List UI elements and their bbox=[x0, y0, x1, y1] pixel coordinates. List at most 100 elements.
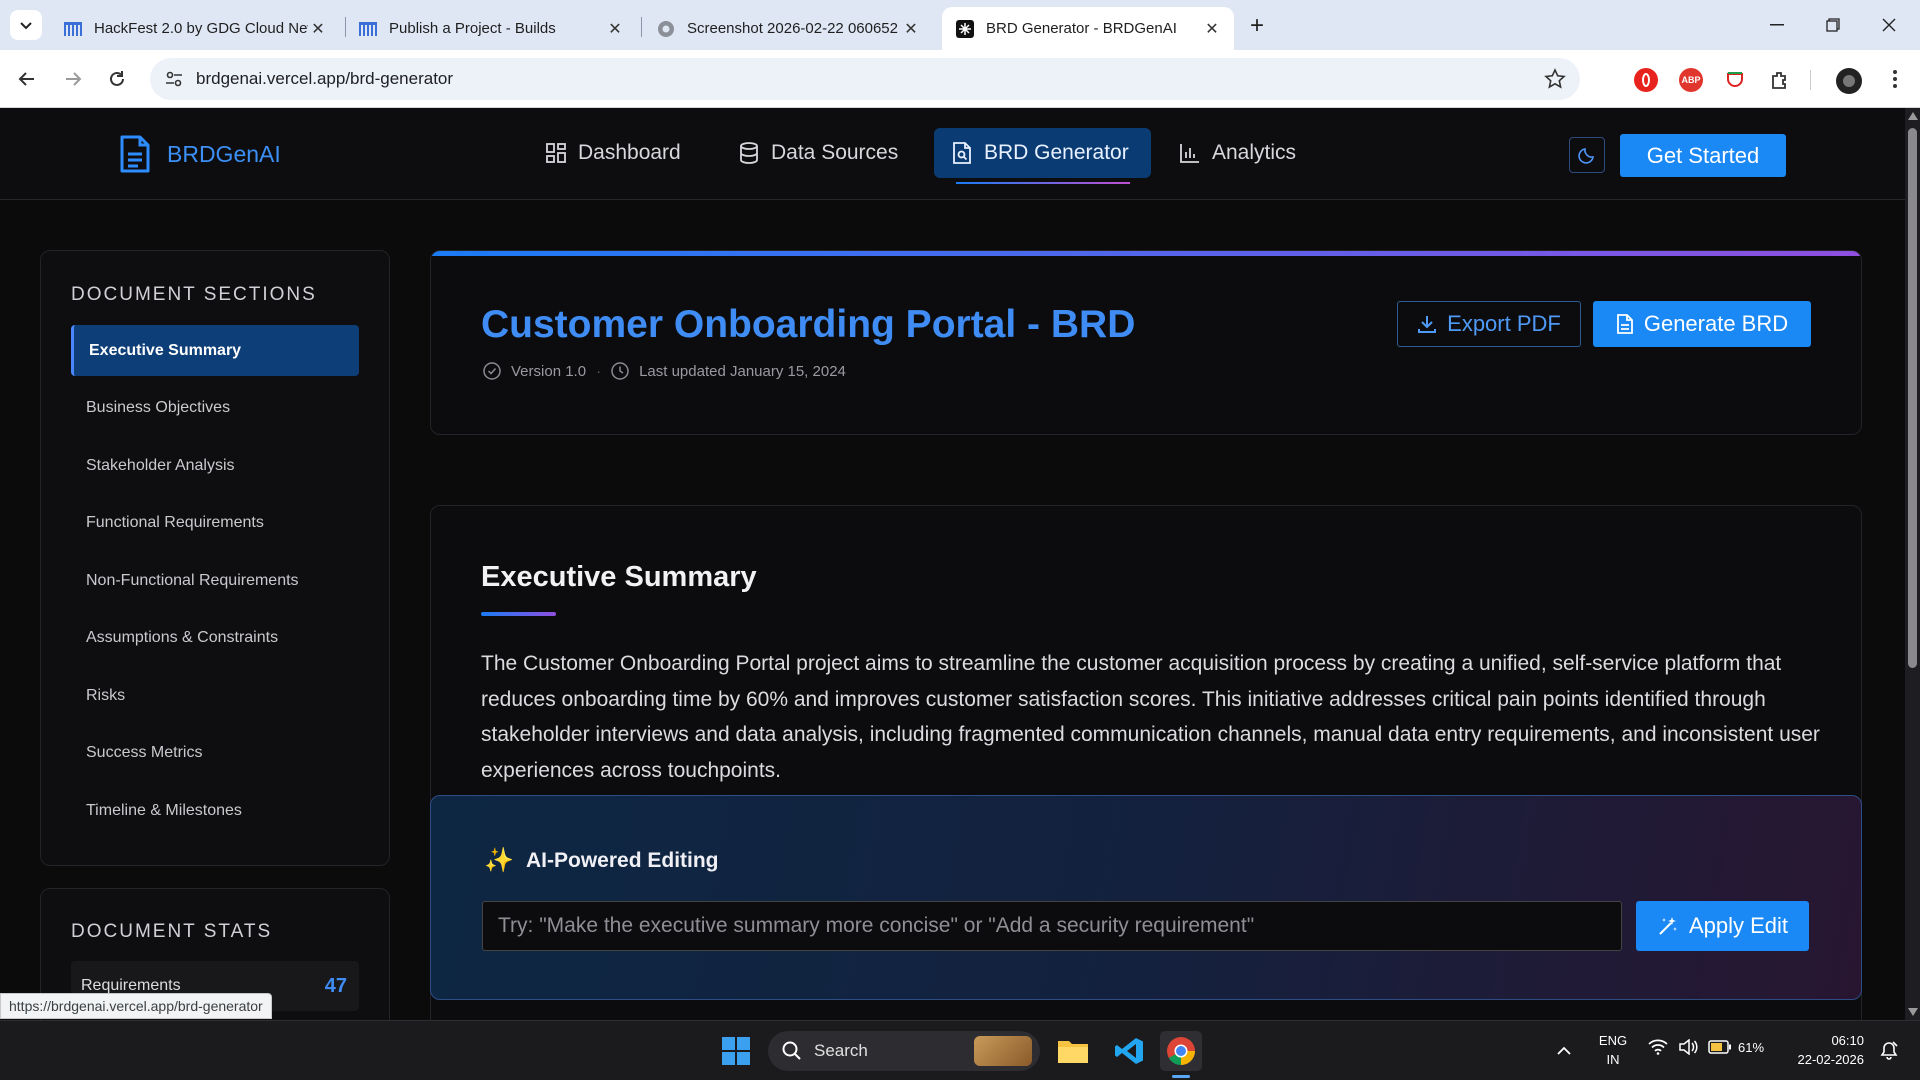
start-button[interactable] bbox=[715, 1031, 757, 1071]
close-icon[interactable]: ✕ bbox=[605, 19, 625, 39]
file-text-icon bbox=[1616, 314, 1633, 334]
sections-heading: DOCUMENT SECTIONS bbox=[71, 284, 317, 305]
scroll-up-arrow-icon[interactable] bbox=[1908, 112, 1918, 120]
sparkles-icon: ✨ bbox=[484, 847, 514, 874]
stats-heading: DOCUMENT STATS bbox=[71, 921, 273, 942]
nav-dashboard[interactable]: Dashboard bbox=[528, 128, 699, 178]
reload-button[interactable] bbox=[104, 66, 130, 92]
sidebar-item-executive-summary[interactable]: Executive Summary bbox=[71, 325, 359, 376]
system-tray[interactable]: 61% bbox=[1648, 1039, 1764, 1055]
document-sections-panel: DOCUMENT SECTIONS Executive Summary Busi… bbox=[40, 250, 390, 866]
globe-icon bbox=[657, 20, 675, 38]
scrollbar-thumb[interactable] bbox=[1908, 128, 1917, 668]
sidebar-item-stakeholder-analysis[interactable]: Stakeholder Analysis bbox=[71, 440, 359, 491]
restore-button[interactable] bbox=[1816, 10, 1850, 40]
close-icon bbox=[1882, 18, 1896, 32]
stat-value: 47 bbox=[324, 974, 347, 997]
tab-search-button[interactable] bbox=[10, 10, 42, 40]
site-info-icon[interactable] bbox=[164, 69, 184, 89]
url-text[interactable]: brdgenai.vercel.app/brd-generator bbox=[196, 69, 453, 89]
sidebar-item-non-functional-requirements[interactable]: Non-Functional Requirements bbox=[71, 555, 359, 606]
browser-tab-strip: HackFest 2.0 by GDG Cloud New Delhi ✕ Pu… bbox=[0, 0, 1920, 50]
nav-brd-generator[interactable]: BRD Generator bbox=[934, 128, 1151, 178]
browser-tab-screenshot[interactable]: Screenshot 2026-02-22 060652 ✕ bbox=[643, 7, 933, 50]
tab-title: Screenshot 2026-02-22 060652 bbox=[687, 20, 898, 37]
forward-button[interactable] bbox=[60, 66, 86, 92]
close-window-button[interactable] bbox=[1872, 10, 1906, 40]
nav-label: Dashboard bbox=[578, 141, 681, 164]
new-tab-button[interactable]: + bbox=[1242, 12, 1272, 40]
volume-icon bbox=[1679, 1039, 1698, 1055]
ai-edit-input[interactable] bbox=[482, 901, 1622, 951]
clock[interactable]: 06:10 22-02-2026 bbox=[1778, 1031, 1865, 1069]
get-started-button[interactable]: Get Started bbox=[1620, 134, 1786, 177]
browser-tab-builds[interactable]: Publish a Project - Builds ✕ bbox=[345, 7, 637, 50]
avatar[interactable] bbox=[1836, 68, 1862, 94]
database-icon bbox=[739, 142, 759, 164]
scroll-down-arrow-icon[interactable] bbox=[1908, 1008, 1918, 1016]
sidebar-item-success-metrics[interactable]: Success Metrics bbox=[71, 727, 359, 778]
back-button[interactable] bbox=[14, 66, 40, 92]
generate-brd-button[interactable]: Generate BRD bbox=[1593, 301, 1811, 347]
moon-icon bbox=[1578, 148, 1594, 164]
page-scrollbar[interactable] bbox=[1905, 108, 1920, 1020]
theme-toggle-button[interactable] bbox=[1569, 137, 1605, 173]
chrome-icon[interactable] bbox=[1160, 1031, 1202, 1071]
sidebar-item-assumptions-constraints[interactable]: Assumptions & Constraints bbox=[71, 612, 359, 663]
nav-analytics[interactable]: Analytics bbox=[1162, 128, 1314, 178]
sidebar-item-business-objectives[interactable]: Business Objectives bbox=[71, 382, 359, 433]
bar-chart-icon bbox=[1180, 143, 1200, 163]
windows-taskbar: Search ENG IN 61% 06:10 22-02-2026 bbox=[0, 1020, 1920, 1080]
browser-menu-button[interactable] bbox=[1882, 66, 1908, 92]
toolbar-separator bbox=[1810, 70, 1811, 90]
close-icon[interactable]: ✕ bbox=[901, 19, 921, 39]
file-explorer-icon[interactable] bbox=[1052, 1031, 1094, 1071]
sidebar-item-risks[interactable]: Risks bbox=[71, 670, 359, 721]
taskbar-search-label: Search bbox=[814, 1041, 868, 1060]
show-hidden-icons-button[interactable] bbox=[1554, 1041, 1574, 1061]
tab-title: HackFest 2.0 by GDG Cloud New Delhi bbox=[94, 20, 308, 37]
browser-tab-brdgenai[interactable]: BRD Generator - BRDGenAI ✕ bbox=[942, 7, 1234, 50]
sidebar-item-timeline-milestones[interactable]: Timeline & Milestones bbox=[71, 785, 359, 836]
minimize-button[interactable] bbox=[1760, 10, 1794, 40]
arrow-right-icon bbox=[66, 72, 82, 86]
opera-extension-icon[interactable] bbox=[1634, 68, 1658, 92]
vscode-icon[interactable] bbox=[1108, 1031, 1150, 1071]
brand-logo[interactable]: BRDGenAI bbox=[118, 134, 281, 174]
export-pdf-button[interactable]: Export PDF bbox=[1397, 301, 1581, 347]
download-icon bbox=[1418, 316, 1437, 333]
language-indicator[interactable]: ENG IN bbox=[1598, 1031, 1628, 1069]
generate-brd-label: Generate BRD bbox=[1643, 311, 1789, 336]
meta-separator: · bbox=[596, 362, 602, 380]
reload-icon bbox=[110, 71, 124, 86]
minimize-icon bbox=[1770, 24, 1784, 26]
nav-label: Data Sources bbox=[771, 141, 899, 164]
kebab-menu-icon bbox=[1893, 70, 1897, 88]
taskbar-search-box[interactable]: Search bbox=[768, 1031, 1040, 1071]
chevron-down-icon bbox=[20, 22, 32, 30]
nav-label: Analytics bbox=[1212, 141, 1297, 164]
search-highlight-image bbox=[974, 1036, 1032, 1066]
apply-edit-button[interactable]: Apply Edit bbox=[1636, 901, 1809, 951]
hackfest-icon bbox=[64, 20, 82, 38]
brdgenai-favicon bbox=[956, 19, 974, 38]
puzzle-extensions-icon[interactable] bbox=[1768, 68, 1792, 92]
sidebar-item-functional-requirements[interactable]: Functional Requirements bbox=[71, 497, 359, 548]
section-title: Executive Summary bbox=[481, 561, 757, 593]
section-body: The Customer Onboarding Portal project a… bbox=[481, 652, 1820, 782]
adblock-extension-icon[interactable]: ABP bbox=[1679, 68, 1703, 92]
browser-toolbar: brdgenai.vercel.app/brd-generator ABP bbox=[0, 50, 1920, 108]
version-label: Version 1.0 bbox=[511, 362, 587, 380]
nav-data-sources[interactable]: Data Sources bbox=[721, 128, 916, 178]
bookmark-star-icon[interactable] bbox=[1544, 68, 1566, 90]
document-meta: Version 1.0 · Last updated January 15, 2… bbox=[483, 362, 846, 380]
chevron-up-icon bbox=[1557, 1046, 1571, 1055]
shield-extension-icon[interactable] bbox=[1723, 68, 1747, 92]
browser-tab-hackfest[interactable]: HackFest 2.0 by GDG Cloud New Delhi ✕ bbox=[50, 7, 340, 50]
ai-editing-panel: ✨ AI-Powered Editing Apply Edit bbox=[430, 795, 1862, 1000]
notifications-icon[interactable] bbox=[1878, 1039, 1900, 1061]
check-circle-icon bbox=[483, 362, 501, 380]
address-bar[interactable]: brdgenai.vercel.app/brd-generator bbox=[150, 58, 1580, 100]
close-icon[interactable]: ✕ bbox=[308, 19, 328, 39]
close-icon[interactable]: ✕ bbox=[1202, 19, 1222, 39]
